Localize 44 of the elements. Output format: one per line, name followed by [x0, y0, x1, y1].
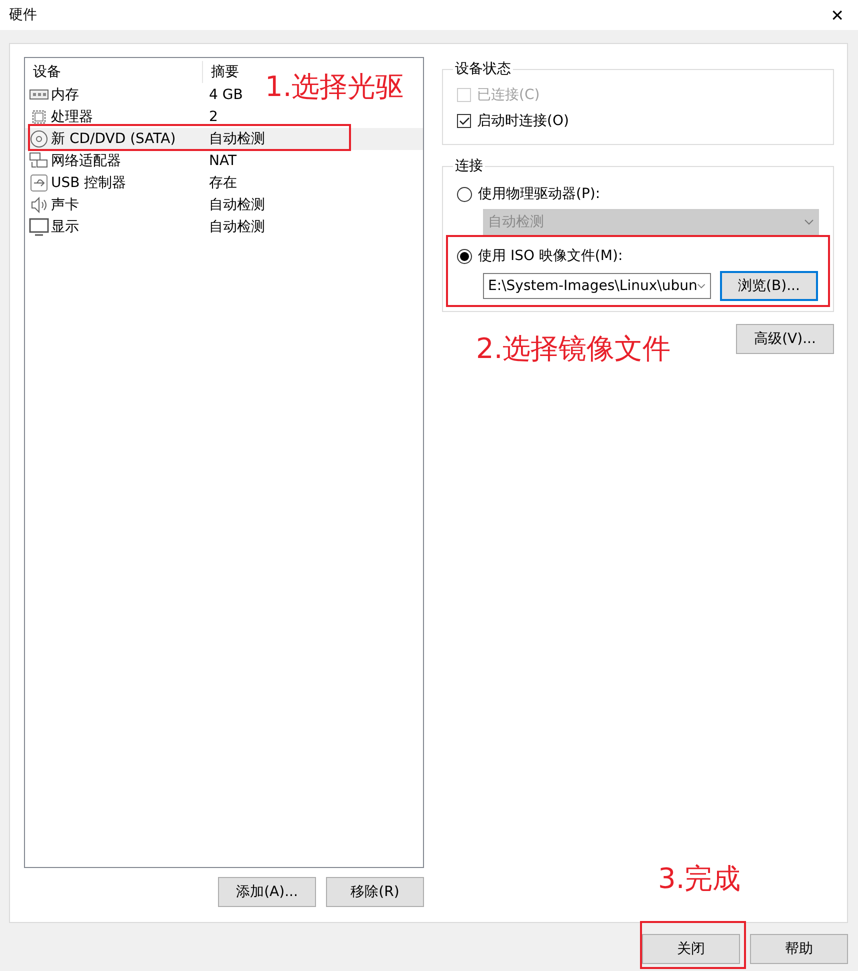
help-button[interactable]: 帮助: [750, 934, 848, 964]
window-title: 硬件: [9, 6, 37, 24]
annotation-text: 1.选择光驱: [265, 69, 404, 105]
disc-icon: [29, 130, 49, 148]
group-title: 设备状态: [454, 60, 512, 78]
column-header[interactable]: 设备: [25, 61, 203, 83]
radio-button[interactable]: [457, 248, 472, 264]
device-name: USB 控制器: [51, 174, 126, 192]
device-summary: 自动检测: [208, 196, 265, 214]
checkbox[interactable]: [457, 114, 471, 128]
advanced-button[interactable]: 高级(V)...: [736, 324, 834, 354]
network-icon: [29, 152, 49, 170]
device-summary: 存在: [208, 174, 237, 192]
device-summary: 2: [208, 109, 218, 125]
device-name: 内存: [51, 86, 79, 104]
device-name: 新 CD/DVD (SATA): [51, 130, 176, 148]
group-title: 连接: [454, 157, 484, 175]
device-name: 声卡: [51, 196, 79, 214]
speaker-icon: [29, 196, 49, 214]
checkbox-label: 启动时连接(O): [477, 112, 569, 130]
chevron-icon: [804, 219, 814, 225]
close-button[interactable]: ✕: [826, 6, 848, 24]
device-name: 网络适配器: [51, 152, 121, 170]
radio-label: 使用物理驱动器(P):: [478, 185, 600, 203]
device-summary: 4 GB: [208, 87, 243, 103]
device-name: 显示: [51, 218, 79, 236]
device-summary: 自动检测: [208, 130, 265, 148]
device-name: 处理器: [51, 108, 93, 126]
device-summary: NAT: [208, 153, 237, 169]
annotation-text: 3.完成: [658, 861, 741, 897]
chevron-icon: [697, 283, 706, 289]
annotation-text: 2.选择镜像文件: [476, 331, 671, 367]
monitor-icon: [29, 218, 49, 236]
radio-label: 使用 ISO 映像文件(M):: [478, 247, 623, 265]
close-dialog-button[interactable]: 关闭: [642, 934, 740, 964]
selected-row[interactable]: 新 CD/DVD (SATA) 自动检测: [25, 128, 423, 150]
iso-path-dropdown[interactable]: E:\System-Images\Linux\ubun: [483, 273, 711, 299]
remove-button[interactable]: 移除(R): [326, 877, 424, 907]
add-button[interactable]: 添加(A)...: [218, 877, 316, 907]
usb-icon: [29, 174, 49, 192]
browse-button[interactable]: 浏览(B)...: [720, 271, 818, 301]
memory-module-icon: [29, 88, 49, 102]
checkbox-label: 已连接(C): [477, 86, 540, 104]
device-summary: 自动检测: [208, 218, 265, 236]
